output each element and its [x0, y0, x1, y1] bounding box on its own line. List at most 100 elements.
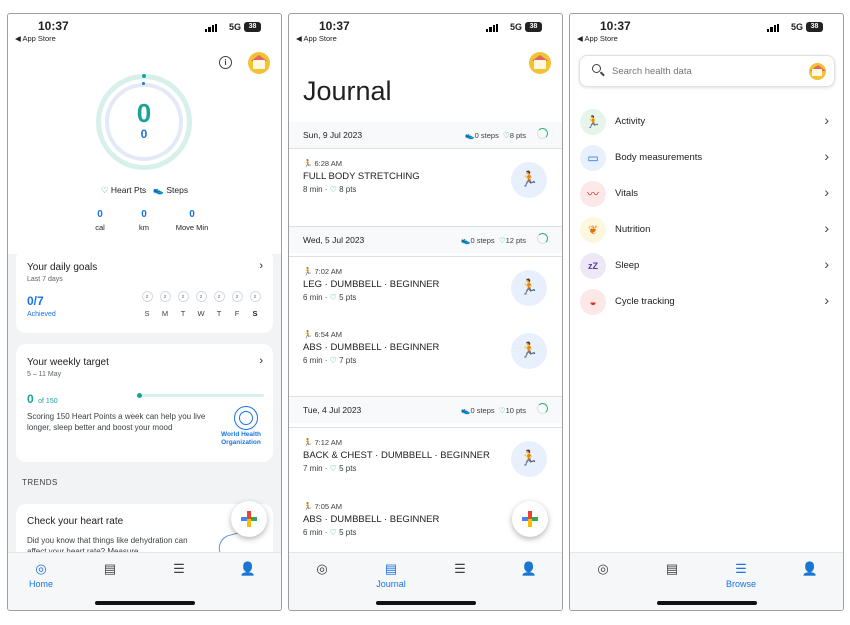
chevron-right-icon: › — [259, 355, 263, 367]
category-sleep[interactable]: zZ Sleep › — [580, 252, 833, 282]
activity-icon: 🏃 — [580, 109, 606, 135]
weekly-progress-dot — [137, 393, 142, 398]
bottom-nav: ◎ Home ▤ ☰ 👤 — [8, 552, 281, 610]
nav-browse[interactable]: ☰ Browse — [716, 561, 766, 590]
activity-duration: 6 min — [303, 356, 323, 365]
day-ring: 2 — [249, 291, 261, 302]
list-icon: ☰ — [735, 561, 747, 576]
activity-time: 🏃 6:28 AM — [303, 159, 342, 168]
nav-profile[interactable]: 👤 — [223, 562, 273, 576]
category-cycle-tracking[interactable]: ◒ Cycle tracking › — [580, 288, 833, 318]
nav-profile[interactable]: 👤 — [504, 562, 554, 576]
activity-meta: 8 min · ♡ 8 pts — [303, 185, 357, 194]
nav-journal[interactable]: ▤ — [647, 562, 697, 576]
cycle-icon: ◒ — [580, 289, 606, 315]
chevron-right-icon: › — [824, 292, 829, 308]
activity-item[interactable]: 🏃 6:28 AM FULL BODY STRETCHING 8 min · ♡… — [289, 149, 562, 211]
activity-time: 🏃 7:05 AM — [303, 502, 342, 511]
search-input[interactable] — [612, 62, 792, 80]
category-label: Body measurements — [615, 152, 703, 163]
walk-icon: 🏃 — [303, 159, 313, 168]
activity-meta: 6 min · ♡ 7 pts — [303, 356, 357, 365]
avatar[interactable] — [248, 52, 270, 74]
activity-item[interactable]: 🏃 6:54 AM ABS · DUMBBELL · BEGINNER 6 mi… — [289, 320, 562, 382]
weekday-label: M — [161, 309, 169, 318]
activity-pts: 5 pts — [339, 528, 357, 537]
nav-journal[interactable]: ▤ — [85, 562, 135, 576]
activity-time-text: 6:28 AM — [314, 159, 342, 168]
day-summary: 👟0 steps ♡10 pts — [461, 406, 526, 415]
home-ring-icon: ◎ — [316, 561, 328, 576]
back-to-app-store[interactable]: ◀ App Store — [577, 34, 618, 43]
day-steps: 0 steps — [470, 406, 495, 415]
exercise-icon: 🏃 — [511, 441, 547, 477]
chevron-right-icon: › — [824, 256, 829, 272]
signal-icon — [767, 24, 779, 32]
activity-time-text: 6:54 AM — [314, 330, 342, 339]
avatar[interactable] — [529, 52, 551, 74]
search-bar[interactable] — [579, 55, 835, 87]
journal-title: Journal — [303, 76, 392, 106]
activity-item[interactable]: 🏃 7:02 AM LEG · DUMBBELL · BEGINNER 6 mi… — [289, 257, 562, 319]
category-vitals[interactable]: 〰 Vitals › — [580, 180, 833, 210]
profile-icon: 👤 — [520, 561, 538, 576]
nav-journal[interactable]: ▤ Journal — [366, 562, 416, 590]
category-activity[interactable]: 🏃 Activity › — [580, 108, 833, 138]
add-fab-button[interactable] — [512, 501, 548, 537]
nav-home[interactable]: ◎ — [578, 562, 628, 576]
nav-home[interactable]: ◎ Home — [16, 562, 66, 590]
day-pts: 10 pts — [505, 406, 526, 415]
weekly-target-card[interactable]: Your weekly target 5 – 11 May › 0 of 150… — [16, 344, 273, 462]
heart-pts-legend: Heart Pts — [110, 185, 147, 195]
nav-browse[interactable]: ☰ — [435, 562, 485, 576]
browse-screen: 10:37 ◀ App Store 5G 38 🏃 Activity › ▭ B… — [569, 13, 844, 611]
category-label: Cycle tracking — [615, 296, 675, 307]
avatar[interactable] — [809, 63, 826, 80]
activity-item[interactable]: 🏃 7:12 AM BACK & CHEST · DUMBBELL · BEGI… — [289, 428, 562, 490]
status-time: 10:37 — [600, 19, 631, 33]
home-indicator — [376, 601, 476, 605]
journal-icon: ▤ — [665, 561, 679, 576]
achieved-label: Achieved — [27, 311, 56, 318]
bottom-nav: ◎ ▤ Journal ☰ 👤 — [289, 552, 562, 610]
day-header: Sun, 9 Jul 2023 👟0 steps ♡8 pts — [289, 122, 562, 148]
weekday-label: W — [197, 309, 205, 318]
info-icon[interactable]: i — [219, 56, 232, 69]
daily-goals-title: Your daily goals — [27, 262, 98, 273]
weekday-label: T — [216, 309, 222, 318]
weekly-target-title: Your weekly target — [27, 357, 109, 368]
day-summary: 👟0 steps ♡12 pts — [461, 236, 526, 245]
stat-move-min: 0 Move Min — [167, 209, 217, 232]
status-time: 10:37 — [38, 19, 69, 33]
activity-time: 🏃 6:54 AM — [303, 330, 342, 339]
activity-rings[interactable]: 0 0 — [96, 74, 192, 170]
category-nutrition[interactable]: ❦ Nutrition › — [580, 216, 833, 246]
back-to-app-store[interactable]: ◀ App Store — [15, 34, 56, 43]
heart-points-value: 0 — [136, 98, 152, 128]
activity-name: LEG · DUMBBELL · BEGINNER — [303, 279, 440, 290]
heart-icon: ♡ — [329, 464, 337, 473]
nav-home[interactable]: ◎ — [297, 562, 347, 576]
walk-icon: 🏃 — [303, 330, 313, 339]
sleep-icon: zZ — [580, 253, 606, 279]
journal-icon: ▤ — [103, 561, 117, 576]
heart-icon: ♡ — [498, 236, 506, 245]
stat-label: km — [139, 223, 149, 232]
chevron-right-icon: › — [259, 260, 263, 272]
back-to-app-store[interactable]: ◀ App Store — [296, 34, 337, 43]
steps-legend: Steps — [166, 185, 189, 195]
nav-profile[interactable]: 👤 — [785, 562, 835, 576]
nav-journal-label: Journal — [376, 579, 406, 589]
status-time: 10:37 — [319, 19, 350, 33]
list-icon: ☰ — [454, 561, 466, 576]
category-label: Nutrition — [615, 224, 651, 235]
weekly-target-dates: 5 – 11 May — [27, 371, 62, 378]
activity-time: 🏃 7:02 AM — [303, 267, 342, 276]
stat-value: 0 — [97, 209, 103, 220]
nav-browse[interactable]: ☰ — [154, 562, 204, 576]
signal-icon — [205, 24, 217, 32]
category-body-measurements[interactable]: ▭ Body measurements › — [580, 144, 833, 174]
signal-icon — [486, 24, 498, 32]
add-fab-button[interactable] — [231, 501, 267, 537]
daily-goals-card[interactable]: Your daily goals Last 7 days › 0/7 Achie… — [16, 249, 273, 333]
